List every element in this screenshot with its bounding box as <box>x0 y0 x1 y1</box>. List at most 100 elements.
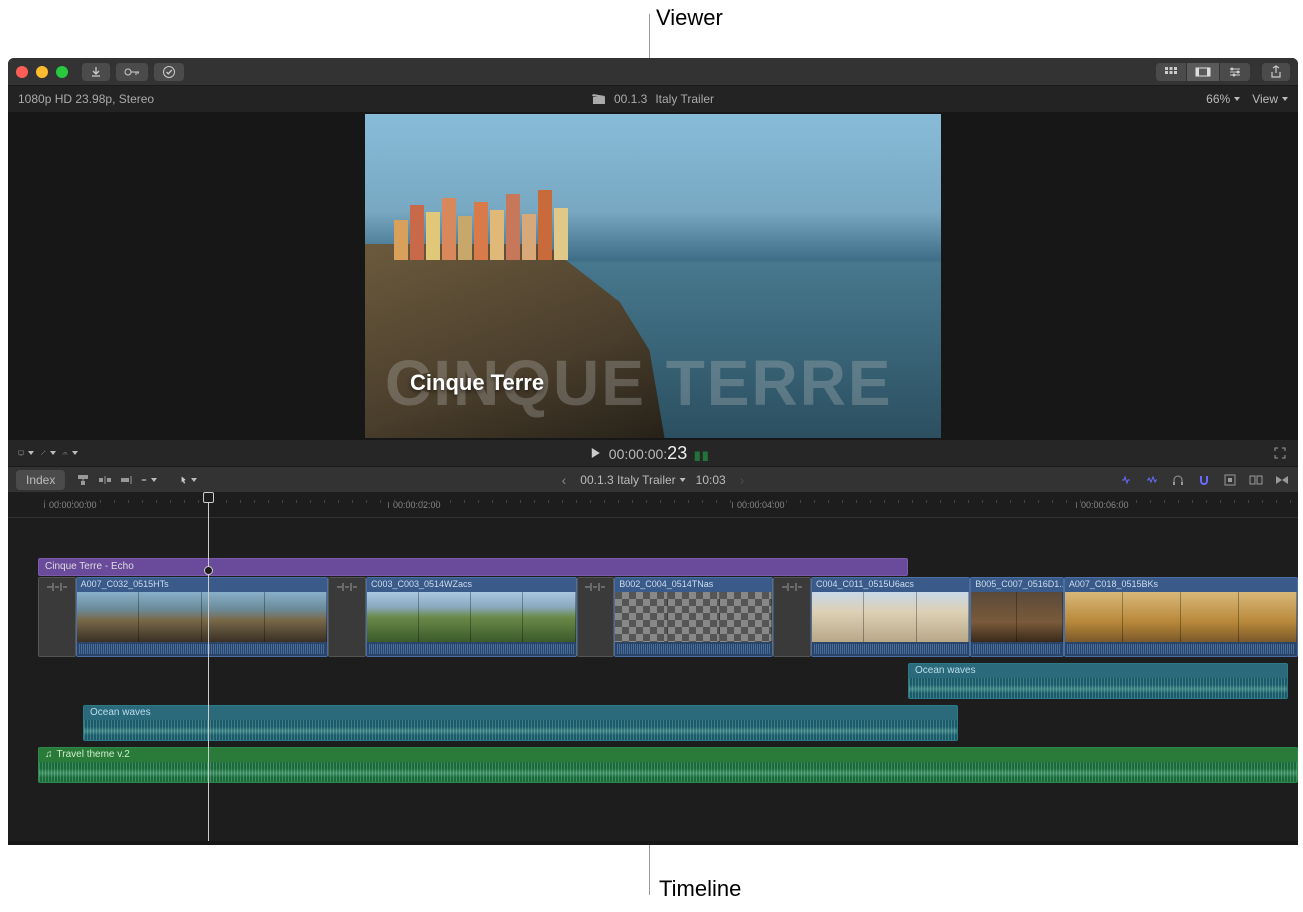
import-button[interactable] <box>82 63 110 81</box>
display-icon <box>18 447 24 459</box>
retime-menu[interactable] <box>62 445 78 461</box>
fullscreen-button[interactable] <box>1272 445 1288 461</box>
project-code: 00.1.3 <box>614 92 647 106</box>
append-icon <box>120 473 134 487</box>
index-button[interactable]: Index <box>16 470 65 490</box>
clip-thumbnails <box>812 592 969 642</box>
keyword-button[interactable] <box>116 63 148 81</box>
clip-audio-waveform <box>77 642 328 656</box>
clip-label: A007_C032_0515HTs <box>77 578 328 592</box>
timeline-ruler[interactable]: 00:00:00:00 00:00:02:00 00:00:04:00 00:0… <box>8 492 1298 518</box>
clip-thumbnails <box>367 592 576 642</box>
sidebar-toggle-group <box>1156 63 1250 81</box>
append-clip-button[interactable] <box>119 472 135 488</box>
audio-clip-ocean-2[interactable]: Ocean waves <box>83 705 958 741</box>
clip-audio-waveform <box>971 642 1063 656</box>
transition[interactable] <box>577 577 615 657</box>
video-clip[interactable]: B005_C007_0516D1... <box>970 577 1064 657</box>
clip-label: B002_C004_0514TNas <box>615 578 772 592</box>
timecode-display[interactable]: 00:00:00:23 <box>609 443 687 464</box>
play-icon[interactable] <box>591 447 601 459</box>
audio-clip-music[interactable]: ♫Travel theme v.2 <box>38 747 1298 783</box>
clapperboard-icon <box>592 93 606 105</box>
viewer-infobar: 1080p HD 23.98p, Stereo 00.1.3 Italy Tra… <box>8 86 1298 112</box>
clip-label: C004_C011_0515U6acs <box>812 578 969 592</box>
snap-icon <box>1197 474 1211 486</box>
app-window: 1080p HD 23.98p, Stereo 00.1.3 Italy Tra… <box>8 58 1298 845</box>
video-clip[interactable]: A007_C018_0515BKs <box>1064 577 1298 657</box>
project-title: Italy Trailer <box>655 92 714 106</box>
insert-clip-button[interactable] <box>97 472 113 488</box>
tool-selector[interactable] <box>181 472 197 488</box>
view-dropdown[interactable]: View <box>1252 92 1288 106</box>
skimming-toggle[interactable] <box>1118 472 1134 488</box>
timeline-duration: 10:03 <box>696 473 726 487</box>
viewer-area: CINQUE TERRE Cinque Terre <box>8 112 1298 440</box>
audio-clip-label: ♫Travel theme v.2 <box>39 748 1297 762</box>
audio-meters <box>695 445 715 461</box>
insert-icon <box>98 473 112 487</box>
clip-audio-waveform <box>1065 642 1297 656</box>
video-clip[interactable]: C003_C003_0514WZacs <box>366 577 577 657</box>
minimize-dot[interactable] <box>36 66 48 78</box>
playbar: 00:00:00:23 <box>8 440 1298 466</box>
browser-toggle[interactable] <box>1186 63 1219 81</box>
video-clip[interactable]: B002_C004_0514TNas <box>614 577 773 657</box>
clip-label: A007_C018_0515BKs <box>1065 578 1297 592</box>
playhead-handle[interactable] <box>203 492 214 503</box>
close-dot[interactable] <box>16 66 28 78</box>
snapping-toggle[interactable] <box>1196 472 1212 488</box>
playhead[interactable] <box>208 492 209 841</box>
zoom-dropdown[interactable]: 66% <box>1206 92 1240 106</box>
transition[interactable] <box>38 577 76 657</box>
wand-icon <box>40 447 46 459</box>
bowtie-icon <box>1275 475 1289 485</box>
transitions-browser-toggle[interactable] <box>1248 472 1264 488</box>
zoom-dot[interactable] <box>56 66 68 78</box>
audio-clip-ocean-1[interactable]: Ocean waves <box>908 663 1288 699</box>
callout-viewer: Viewer <box>656 5 723 31</box>
video-clip[interactable]: A007_C032_0515HTs <box>76 577 329 657</box>
video-clip[interactable]: C004_C011_0515U6acs <box>811 577 970 657</box>
traffic-lights <box>16 66 68 78</box>
audio-skimming-toggle[interactable] <box>1144 472 1160 488</box>
timeline-tracks: Cinque Terre - Echo A007_C032_0515HTs C00… <box>8 518 1298 841</box>
clip-thumbnails <box>971 592 1063 642</box>
transitions-alt-toggle[interactable] <box>1274 472 1290 488</box>
transition[interactable] <box>773 577 811 657</box>
history-forward[interactable]: › <box>736 472 749 488</box>
clip-thumbnails <box>1065 592 1297 642</box>
share-icon <box>1270 65 1282 79</box>
audio-skim-icon <box>1145 474 1159 486</box>
primary-storyline: A007_C032_0515HTs C003_C003_0514WZacs B002… <box>38 577 1298 657</box>
history-back[interactable]: ‹ <box>558 472 571 488</box>
overwrite-menu[interactable] <box>141 472 157 488</box>
connect-clip-button[interactable] <box>75 472 91 488</box>
transition[interactable] <box>328 577 366 657</box>
share-button[interactable] <box>1262 63 1290 81</box>
title-clip[interactable]: Cinque Terre - Echo <box>38 558 908 576</box>
clip-thumbnails <box>77 592 328 642</box>
arrow-cursor-icon <box>181 473 187 487</box>
effects-browser-toggle[interactable] <box>1222 472 1238 488</box>
libraries-toggle[interactable] <box>1156 63 1186 81</box>
effects-menu[interactable] <box>40 445 56 461</box>
audio-clip-label: Ocean waves <box>909 664 1287 678</box>
title-toolbar <box>8 58 1298 86</box>
clip-label: C003_C003_0514WZacs <box>367 578 576 592</box>
solo-toggle[interactable] <box>1170 472 1186 488</box>
expand-icon <box>1274 447 1286 459</box>
timeline-area[interactable]: 00:00:00:00 00:00:02:00 00:00:04:00 00:0… <box>8 492 1298 841</box>
viewer-canvas[interactable]: CINQUE TERRE Cinque Terre <box>365 114 941 438</box>
inspector-toggle[interactable] <box>1219 63 1250 81</box>
timeline-name-dropdown[interactable]: 00.1.3 Italy Trailer <box>580 473 685 487</box>
headphones-icon <box>1171 474 1185 486</box>
filmstrip-icon <box>1195 67 1211 77</box>
speedometer-icon <box>62 447 68 459</box>
clip-audio-waveform <box>812 642 969 656</box>
render-button[interactable] <box>154 63 184 81</box>
sliders-icon <box>1228 66 1242 78</box>
overwrite-icon <box>141 473 147 487</box>
project-format: 1080p HD 23.98p, Stereo <box>18 92 154 106</box>
clip-appearance-menu[interactable] <box>18 445 34 461</box>
